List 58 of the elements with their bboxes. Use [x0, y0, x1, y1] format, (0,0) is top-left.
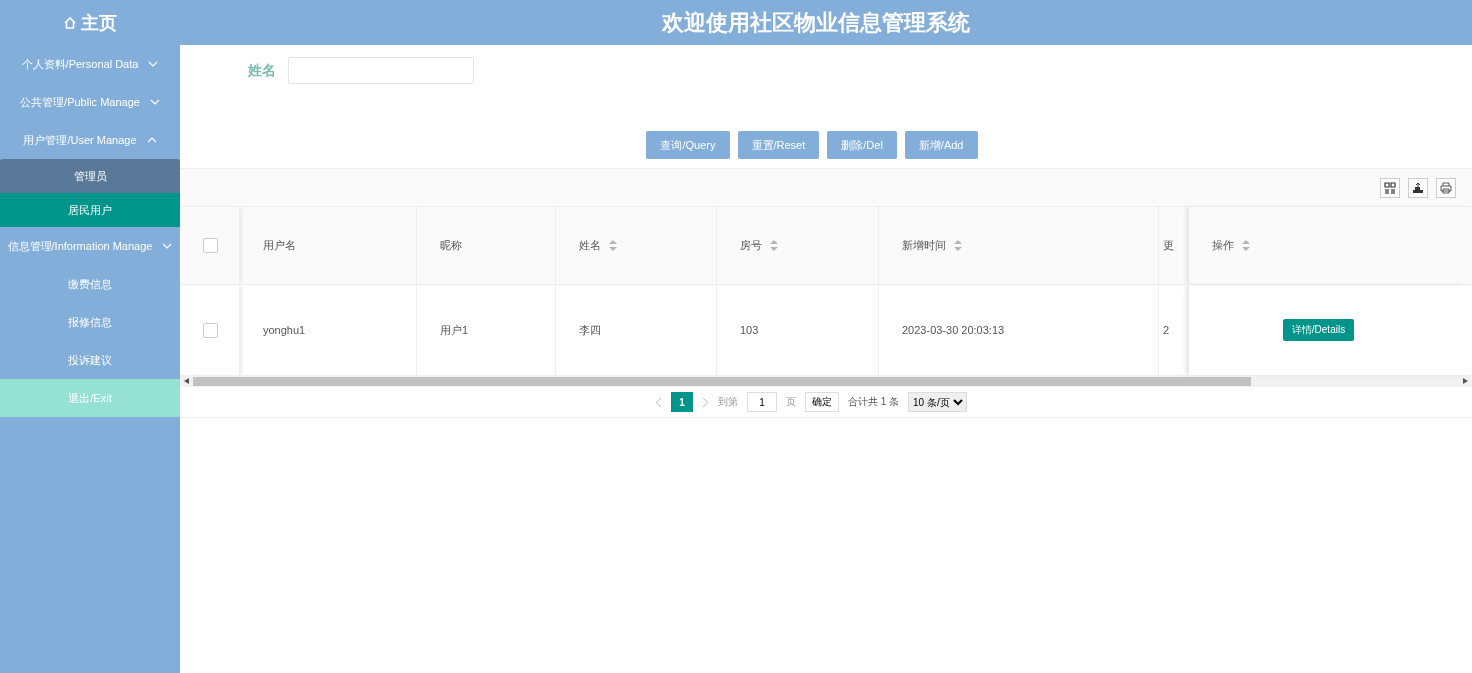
menu-item[interactable]: 用户管理/User Manage: [0, 121, 180, 159]
exit-item[interactable]: 退出/Exit: [0, 379, 180, 417]
print-icon[interactable]: [1436, 177, 1456, 198]
scroll-right-icon[interactable]: [1463, 378, 1468, 384]
chevron-down-icon: [162, 243, 173, 249]
submenu-item[interactable]: 缴费信息: [0, 265, 180, 303]
column-header: 操作: [1212, 238, 1234, 253]
table-cell: 2023-03-30 20:03:13: [902, 324, 1005, 336]
menu-item[interactable]: 个人资料/Personal Data: [0, 45, 180, 83]
columns-icon[interactable]: [1380, 177, 1400, 198]
next-page-icon[interactable]: [701, 396, 709, 408]
export-icon[interactable]: [1408, 177, 1428, 198]
action-button[interactable]: 删除/Del: [827, 131, 897, 159]
sort-icon[interactable]: [770, 240, 778, 251]
column-header: 昵称: [440, 238, 462, 253]
column-header: 更: [1163, 238, 1174, 253]
sort-icon[interactable]: [609, 240, 617, 251]
column-header: 用户名: [263, 238, 296, 253]
submenu-item[interactable]: 报修信息: [0, 303, 180, 341]
column-header: 姓名: [579, 238, 601, 253]
page-title: 欢迎使用社区物业信息管理系统: [660, 8, 971, 37]
column-header: 房号: [740, 238, 762, 253]
total-count: 合计共 1 条: [847, 395, 900, 409]
chevron-down-icon: [148, 61, 159, 67]
horizontal-scrollbar[interactable]: [180, 375, 1472, 387]
row-checkbox[interactable]: [203, 322, 218, 338]
name-search-field[interactable]: [288, 57, 474, 84]
sort-icon[interactable]: [954, 240, 962, 251]
table-cell: 用户1: [440, 322, 469, 338]
select-all-checkbox[interactable]: [203, 238, 218, 253]
goto-label: 到第: [717, 395, 738, 409]
details-button[interactable]: 详情/Details: [1282, 319, 1355, 341]
menu-item[interactable]: 信息管理/Information Manage: [0, 227, 180, 265]
submenu-item[interactable]: 投诉建议: [0, 341, 180, 379]
action-button[interactable]: 新增/Add: [904, 131, 978, 159]
table-cell: 李四: [579, 322, 601, 338]
page-size-select[interactable]: 10 条/页: [908, 392, 968, 412]
home-link[interactable]: 主页: [81, 10, 117, 35]
chevron-up-icon: [146, 137, 157, 143]
page-unit-label: 页: [785, 395, 796, 409]
home-icon: [63, 15, 77, 30]
page-number-field[interactable]: 1: [746, 392, 777, 412]
search-label: 姓名: [248, 61, 276, 80]
sort-icon[interactable]: [1242, 240, 1250, 251]
confirm-button[interactable]: 确定: [804, 392, 839, 412]
column-header: 新增时间: [902, 238, 946, 253]
menu-item[interactable]: 公共管理/Public Manage: [0, 83, 180, 121]
table-cell: yonghu1: [263, 324, 306, 336]
scroll-left-icon[interactable]: [184, 378, 189, 384]
table-cell: 103: [740, 324, 759, 336]
chevron-down-icon: [149, 99, 160, 105]
page-button[interactable]: 1: [670, 392, 693, 412]
action-button[interactable]: 查询/Query: [646, 131, 730, 159]
table-cell: 2: [1163, 324, 1170, 336]
submenu-item[interactable]: 居民用户: [0, 193, 180, 227]
action-button[interactable]: 重置/Reset: [737, 131, 820, 159]
submenu-item[interactable]: 管理员: [0, 159, 180, 193]
previous-page-icon[interactable]: [654, 396, 662, 408]
